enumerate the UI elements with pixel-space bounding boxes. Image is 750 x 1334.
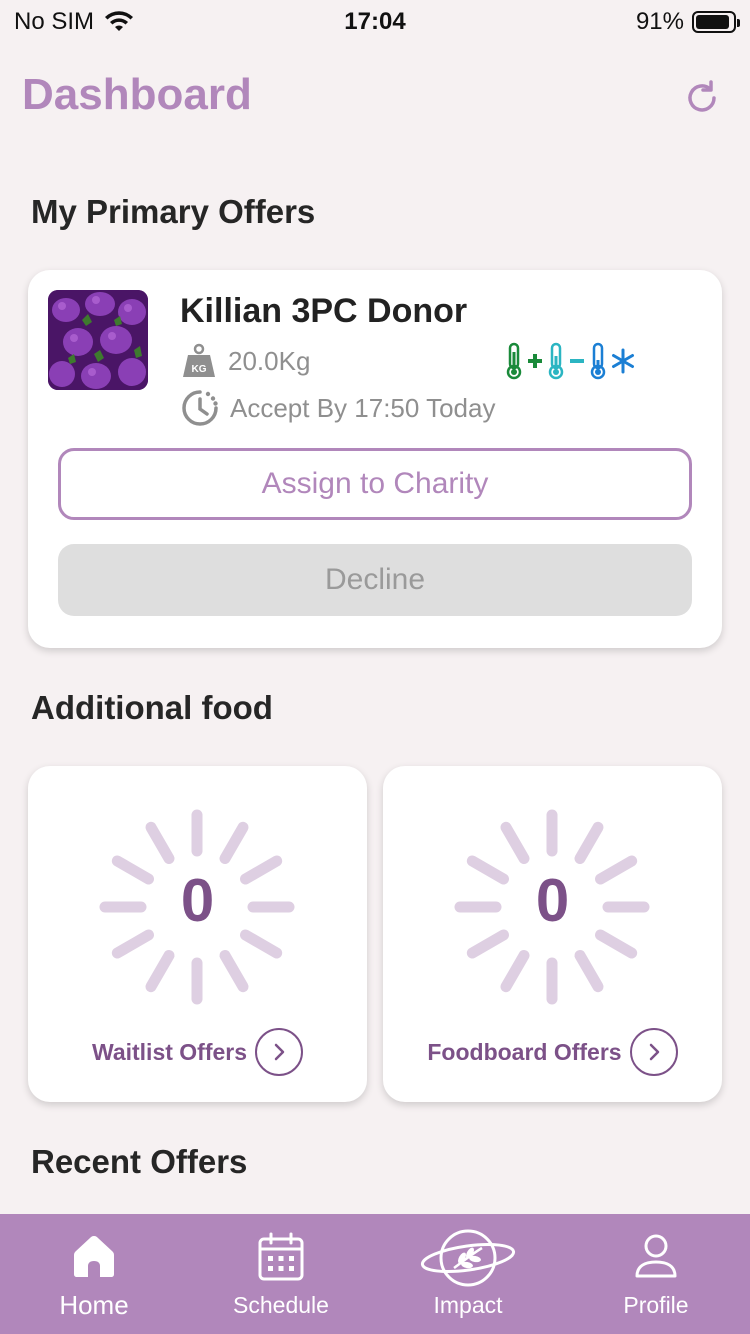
tab-home[interactable]: Home: [44, 1214, 144, 1334]
timer-icon: [182, 390, 218, 426]
tab-schedule[interactable]: Schedule: [231, 1214, 331, 1334]
weight-icon: KG: [183, 343, 215, 377]
waitlist-offers-link[interactable]: Waitlist Offers: [28, 1028, 367, 1076]
status-right: 91%: [635, 8, 740, 36]
section-title-additional-food: Additional food: [31, 689, 273, 726]
minus-icon: [570, 359, 584, 363]
tab-schedule-label: Schedule: [233, 1292, 329, 1318]
thermometer-ambient-icon: [506, 342, 522, 380]
foodboard-offers-card[interactable]: 0 Foodboard Offers: [383, 766, 722, 1102]
tab-impact-label: Impact: [433, 1292, 503, 1318]
calendar-icon: [258, 1232, 304, 1281]
donor-name: Killian 3PC Donor: [180, 292, 468, 330]
foodboard-count: 0: [535, 867, 570, 934]
snowflake-icon: [612, 348, 634, 374]
temperature-icons: [504, 342, 636, 380]
accept-by-row: Accept By 17:50 Today: [180, 388, 495, 428]
refresh-icon[interactable]: [680, 76, 724, 120]
foodboard-offers-link[interactable]: Foodboard Offers: [383, 1028, 722, 1076]
thermometer-frozen-icon: [590, 342, 606, 380]
assign-to-charity-button[interactable]: Assign to Charity: [58, 448, 692, 520]
section-title-primary-offers: My Primary Offers: [31, 193, 316, 230]
status-bar: No SIM 17:04 91%: [0, 0, 750, 40]
tab-impact[interactable]: Impact: [418, 1214, 518, 1334]
waitlist-offers-card[interactable]: 0 Waitlist Offers: [28, 766, 367, 1102]
page-title: Dashboard: [22, 70, 252, 119]
chevron-right-icon[interactable]: [629, 1028, 678, 1076]
person-icon: [635, 1234, 677, 1278]
battery-percent: 91%: [635, 8, 684, 35]
battery-fill: [696, 15, 729, 29]
offer-weight: 20.0Kg: [228, 345, 311, 376]
offer-thumbnail: [48, 290, 148, 390]
planet-leaf-icon: [420, 1229, 516, 1287]
battery-icon: [692, 11, 740, 33]
primary-offer-card[interactable]: Killian 3PC Donor KG 20.0Kg Accept By 17…: [28, 270, 722, 648]
tab-profile[interactable]: Profile: [606, 1214, 706, 1334]
decline-button[interactable]: Decline: [58, 544, 692, 616]
tab-profile-label: Profile: [623, 1292, 689, 1318]
weight-row: KG 20.0Kg: [180, 342, 310, 380]
weight-icon-label: KG: [192, 364, 207, 375]
thermometer-chilled-icon: [548, 342, 564, 380]
accept-by-text: Accept By 17:50 Today: [230, 392, 496, 423]
foodboard-offers-label: Foodboard Offers: [427, 1038, 622, 1065]
home-icon: [74, 1236, 114, 1277]
chevron-right-icon[interactable]: [255, 1028, 304, 1076]
waitlist-count: 0: [180, 867, 215, 934]
tab-home-label: Home: [59, 1290, 129, 1320]
section-title-recent-offers: Recent Offers: [31, 1143, 248, 1180]
bottom-tab-bar: Home Schedule Impact Profile: [0, 1214, 750, 1334]
waitlist-offers-label: Waitlist Offers: [91, 1038, 248, 1065]
plus-icon: [528, 354, 542, 368]
